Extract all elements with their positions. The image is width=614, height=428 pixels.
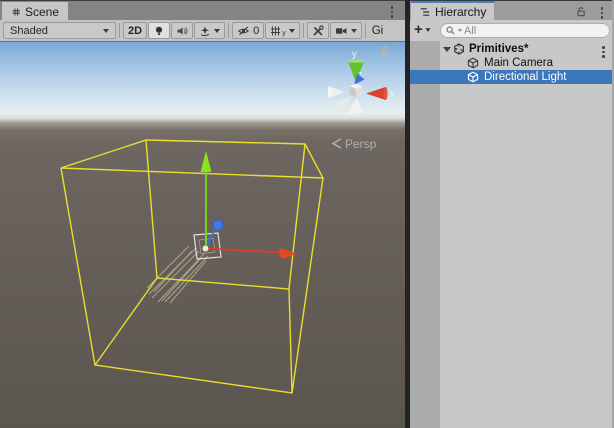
axis-x-label: x xyxy=(390,89,395,100)
orientation-gizmo[interactable]: y z x xyxy=(328,47,395,115)
gizmos-button[interactable]: Gi xyxy=(369,25,385,37)
hierarchy-toolbar: + xyxy=(410,20,614,41)
hierarchy-panel: Hierarchy + xyxy=(410,0,614,428)
scene-audio-button[interactable] xyxy=(171,22,193,39)
gizmo-y-arrowhead[interactable] xyxy=(201,151,212,172)
lightbulb-icon xyxy=(153,25,165,37)
unity-scene-icon xyxy=(453,43,465,55)
chevron-left-icon xyxy=(333,139,341,148)
hierarchy-panel-menu-icon[interactable] xyxy=(599,5,606,21)
effects-star-icon xyxy=(199,25,211,37)
gizmo-lock-icon[interactable] xyxy=(381,47,389,56)
scene-tab-label: Scene xyxy=(25,5,59,19)
scene-visibility-button[interactable]: 0 xyxy=(232,22,264,39)
hidden-count: 0 xyxy=(253,25,259,37)
projection-toggle[interactable]: Persp xyxy=(333,137,377,151)
magnifier-icon xyxy=(445,25,456,36)
chevron-down-icon xyxy=(214,29,220,33)
toolbar-separator xyxy=(303,23,304,38)
hierarchy-item-label: Directional Light xyxy=(484,71,566,83)
gizmo-center-cube[interactable] xyxy=(350,84,363,98)
draw-mode-dropdown[interactable]: Shaded xyxy=(3,22,116,39)
draw-mode-label: Shaded xyxy=(10,25,48,37)
scene-camera-dropdown[interactable] xyxy=(330,22,362,39)
grid-icon xyxy=(270,25,282,37)
axis-neg-z-cone[interactable] xyxy=(334,97,351,114)
gizmos-label: Gi xyxy=(372,25,384,37)
toolbar-separator xyxy=(119,23,120,38)
scene-lighting-button[interactable] xyxy=(148,22,170,39)
grid-visibility-dropdown[interactable]: y xyxy=(265,22,300,39)
scene-toolbar: Shaded 2D xyxy=(0,20,405,42)
chevron-down-icon xyxy=(289,29,295,33)
toolbar-separator xyxy=(228,23,229,38)
scene-root-label: Primitives* xyxy=(469,43,528,55)
open-padlock-icon[interactable] xyxy=(575,5,587,17)
hierarchy-item-main-camera[interactable]: Main Camera xyxy=(410,56,612,70)
component-tools-button[interactable] xyxy=(307,22,329,39)
toolbar-separator xyxy=(365,23,366,38)
chevron-down-icon xyxy=(103,29,109,33)
tools-icon xyxy=(312,25,324,37)
hierarchy-searchbox[interactable] xyxy=(440,23,610,38)
gizmo-x-axis[interactable] xyxy=(206,249,280,253)
projection-label: Persp xyxy=(345,137,377,151)
scene-tabstrip: Scene xyxy=(0,0,405,20)
chevron-down-icon xyxy=(425,28,430,31)
add-object-button[interactable]: + xyxy=(414,21,431,38)
tab-scene[interactable]: Scene xyxy=(2,2,68,21)
chevron-down-icon xyxy=(351,29,357,33)
grid-icon xyxy=(11,7,21,17)
gizmo-origin xyxy=(203,246,208,251)
scene-viewport[interactable]: y z x xyxy=(0,42,405,428)
move-gizmo[interactable] xyxy=(194,151,297,259)
axis-y-label: y xyxy=(352,49,357,60)
tab-hierarchy[interactable]: Hierarchy xyxy=(411,1,494,21)
scene-viewport-overlay: y z x xyxy=(0,42,405,428)
foldout-arrow-icon[interactable] xyxy=(443,47,451,52)
gameobject-cube-icon xyxy=(467,71,479,83)
scene-panel-menu-icon[interactable] xyxy=(389,4,396,20)
scene-root-row[interactable]: Primitives* xyxy=(410,42,612,56)
axis-x-cone[interactable] xyxy=(366,87,386,100)
axis-neg-y-cone[interactable] xyxy=(348,98,363,115)
camera-icon xyxy=(335,25,348,37)
hierarchy-tabstrip: Hierarchy xyxy=(410,0,614,20)
hierarchy-tab-label: Hierarchy xyxy=(435,5,486,19)
speaker-icon xyxy=(176,25,188,37)
search-filter-chevron-icon xyxy=(458,29,462,32)
hierarchy-gutter xyxy=(410,41,440,428)
hierarchy-tree[interactable]: Primitives* Main Camera Directional Ligh… xyxy=(410,41,614,428)
gizmo-z-handle[interactable] xyxy=(213,220,223,230)
scene-effects-dropdown[interactable] xyxy=(194,22,225,39)
unity-editor-window: Scene Shaded 2D xyxy=(0,0,614,428)
2d-toggle-button[interactable]: 2D xyxy=(123,22,147,39)
gameobject-cube-icon xyxy=(467,57,479,69)
grid-axis-label: y xyxy=(282,30,286,37)
search-input[interactable] xyxy=(464,25,594,37)
list-tree-icon xyxy=(419,6,431,18)
hierarchy-item-label: Main Camera xyxy=(484,57,553,69)
add-label: + xyxy=(414,21,423,38)
gizmo-x-arrowhead[interactable] xyxy=(279,248,297,260)
scene-panel: Scene Shaded 2D xyxy=(0,0,405,428)
hierarchy-item-directional-light[interactable]: Directional Light xyxy=(410,70,612,84)
2d-label: 2D xyxy=(128,25,142,37)
eye-slash-icon xyxy=(237,25,250,37)
